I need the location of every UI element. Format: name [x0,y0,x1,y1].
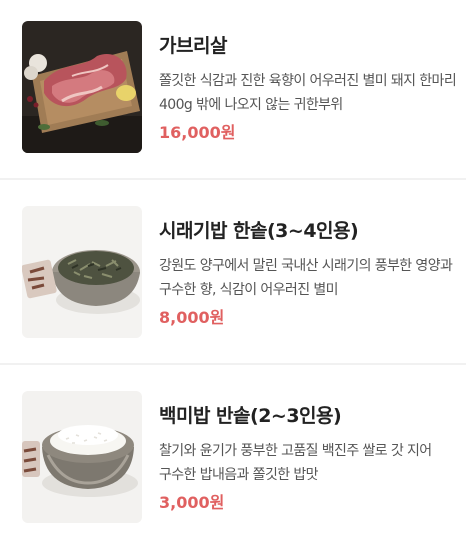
menu-item-price: 3,000원 [159,493,225,512]
white-rice-bowl-photo [22,391,142,523]
menu-item-price: 8,000원 [159,308,225,327]
menu-item-gabrisal[interactable]: 가브리살 쫄깃한 식감과 진한 육향이 어우러진 별미 돼지 한마리 400g … [0,21,466,189]
grilled-pork-photo [22,21,142,153]
menu-list: 가브리살 쫄깃한 식감과 진한 육향이 어우러진 별미 돼지 한마리 400g … [0,0,466,541]
menu-item-description: 강원도 양구에서 말린 국내산 시래기의 풍부한 영양과 구수한 향, 식감이 … [159,258,453,298]
divider [0,178,466,180]
menu-item-title: 백미밥 반솥(2~3인용) [159,405,342,427]
menu-item-white-rice[interactable]: 백미밥 반솥(2~3인용) 찰기와 윤기가 풍부한 고품질 백진주 쌀로 갓 지… [0,391,466,559]
menu-item-price: 16,000원 [159,123,236,142]
menu-item-title: 가브리살 [159,35,227,57]
menu-item-title: 시래기밥 한솥(3~4인용) [159,220,359,242]
menu-item-siraegi-rice[interactable]: 시래기밥 한솥(3~4인용) 강원도 양구에서 말린 국내산 시래기의 풍부한 … [0,206,466,374]
siraegi-rice-bowl-photo [22,206,142,338]
divider [0,363,466,365]
menu-item-description: 찰기와 윤기가 풍부한 고품질 백진주 쌀로 갓 지어 구수한 밥내음과 쫄깃한… [159,443,432,483]
menu-item-description: 쫄깃한 식감과 진한 육향이 어우러진 별미 돼지 한마리 400g 밖에 나오… [159,73,457,113]
